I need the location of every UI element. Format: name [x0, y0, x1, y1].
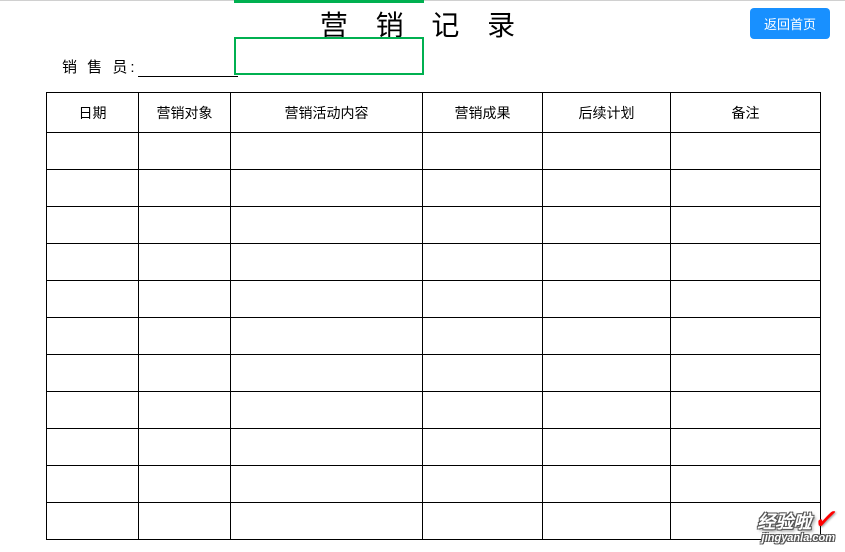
table-row: [47, 244, 821, 281]
table-cell[interactable]: [423, 503, 543, 540]
header-target[interactable]: 营销对象: [139, 93, 231, 133]
table-cell[interactable]: [231, 355, 423, 392]
table-cell[interactable]: [671, 355, 821, 392]
table-cell[interactable]: [671, 244, 821, 281]
table-cell[interactable]: [671, 318, 821, 355]
header-activity[interactable]: 营销活动内容: [231, 93, 423, 133]
table-cell[interactable]: [543, 392, 671, 429]
table-cell[interactable]: [671, 466, 821, 503]
table-cell[interactable]: [543, 170, 671, 207]
watermark: 经验啦✓ jingyanla.com: [757, 505, 835, 544]
table-cell[interactable]: [231, 133, 423, 170]
table-cell[interactable]: [423, 429, 543, 466]
table-cell[interactable]: [423, 207, 543, 244]
table-cell[interactable]: [423, 281, 543, 318]
table-cell[interactable]: [47, 318, 139, 355]
table-cell[interactable]: [423, 392, 543, 429]
table-cell[interactable]: [671, 429, 821, 466]
table-cell[interactable]: [231, 503, 423, 540]
table-cell[interactable]: [543, 503, 671, 540]
page-title: 营 销 记 录: [0, 0, 845, 44]
table-row: [47, 355, 821, 392]
table-cell[interactable]: [423, 244, 543, 281]
table-cell[interactable]: [231, 318, 423, 355]
table-cell[interactable]: [139, 170, 231, 207]
table-row: [47, 503, 821, 540]
table-cell[interactable]: [139, 392, 231, 429]
table-cell[interactable]: [423, 355, 543, 392]
table-cell[interactable]: [543, 244, 671, 281]
header-result[interactable]: 营销成果: [423, 93, 543, 133]
table-cell[interactable]: [139, 133, 231, 170]
table-cell[interactable]: [543, 466, 671, 503]
table-cell[interactable]: [231, 429, 423, 466]
return-home-button[interactable]: 返回首页: [750, 8, 830, 39]
header-remark[interactable]: 备注: [671, 93, 821, 133]
table-cell[interactable]: [139, 318, 231, 355]
table-row: [47, 392, 821, 429]
sales-record-table: 日期 营销对象 营销活动内容 营销成果 后续计划 备注: [46, 92, 821, 540]
table-cell[interactable]: [139, 355, 231, 392]
table-row: [47, 466, 821, 503]
table-cell[interactable]: [47, 244, 139, 281]
table-row: [47, 170, 821, 207]
table-cell[interactable]: [671, 133, 821, 170]
table-cell[interactable]: [47, 170, 139, 207]
table-row: [47, 318, 821, 355]
table-cell[interactable]: [47, 281, 139, 318]
table-row: [47, 281, 821, 318]
table-cell[interactable]: [231, 207, 423, 244]
table-cell[interactable]: [139, 466, 231, 503]
check-icon: ✓: [813, 504, 835, 534]
table-cell[interactable]: [543, 281, 671, 318]
table-cell[interactable]: [543, 355, 671, 392]
table-cell[interactable]: [47, 392, 139, 429]
table-cell[interactable]: [139, 503, 231, 540]
table-row: [47, 429, 821, 466]
table-cell[interactable]: [47, 355, 139, 392]
table-cell[interactable]: [671, 281, 821, 318]
table-cell[interactable]: [139, 281, 231, 318]
table-cell[interactable]: [139, 244, 231, 281]
table-cell[interactable]: [671, 170, 821, 207]
table-cell[interactable]: [671, 207, 821, 244]
salesperson-input-line[interactable]: [138, 76, 238, 77]
table-cell[interactable]: [47, 466, 139, 503]
watermark-text: 经验啦: [757, 512, 811, 532]
table-cell[interactable]: [231, 170, 423, 207]
table-cell[interactable]: [139, 429, 231, 466]
table-cell[interactable]: [423, 318, 543, 355]
salesperson-field: 销 售 员:: [62, 56, 238, 77]
table-cell[interactable]: [423, 170, 543, 207]
table-cell[interactable]: [47, 207, 139, 244]
table-cell[interactable]: [47, 429, 139, 466]
table-cell[interactable]: [231, 244, 423, 281]
watermark-url: jingyanla.com: [757, 532, 835, 544]
table-cell[interactable]: [543, 207, 671, 244]
table-header-row: 日期 营销对象 营销活动内容 营销成果 后续计划 备注: [47, 93, 821, 133]
table-cell[interactable]: [671, 392, 821, 429]
column-marker: [234, 0, 424, 3]
table-cell[interactable]: [231, 392, 423, 429]
table-row: [47, 207, 821, 244]
table-cell[interactable]: [139, 207, 231, 244]
table-cell[interactable]: [231, 466, 423, 503]
table-cell[interactable]: [47, 133, 139, 170]
table-cell[interactable]: [543, 429, 671, 466]
table-cell[interactable]: [543, 133, 671, 170]
salesperson-label: 销 售 员:: [62, 59, 138, 76]
table-cell[interactable]: [423, 133, 543, 170]
table-cell[interactable]: [231, 281, 423, 318]
header-date[interactable]: 日期: [47, 93, 139, 133]
table-row: [47, 133, 821, 170]
table-cell[interactable]: [47, 503, 139, 540]
header-plan[interactable]: 后续计划: [543, 93, 671, 133]
table-cell[interactable]: [543, 318, 671, 355]
table-cell[interactable]: [423, 466, 543, 503]
